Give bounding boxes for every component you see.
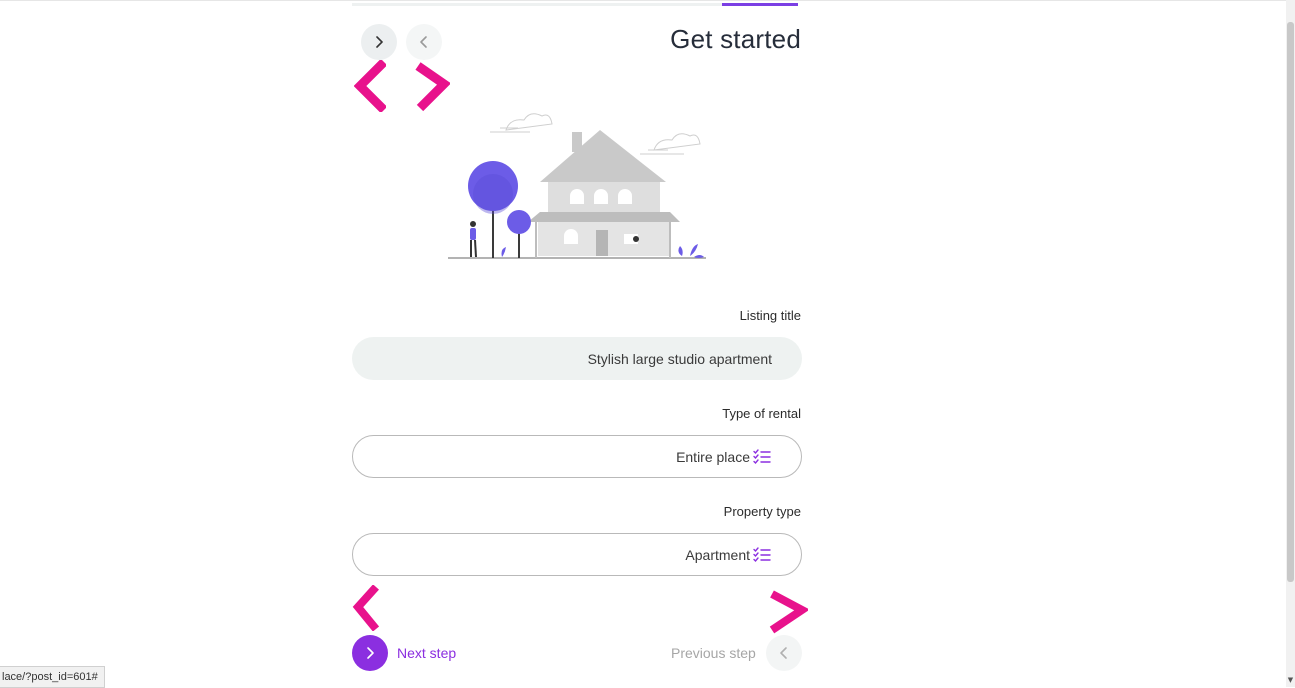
house-illustration xyxy=(448,113,706,259)
checklist-icon xyxy=(753,448,771,465)
property-type-value: Apartment xyxy=(685,546,750,563)
listing-title-label: Listing title xyxy=(739,308,801,323)
scroll-down-arrow-icon[interactable]: ▼ xyxy=(1287,677,1294,684)
chevron-right-icon xyxy=(376,36,383,48)
progress-track xyxy=(352,3,798,6)
listing-title-value: Stylish large studio apartment xyxy=(587,350,772,367)
chevron-left-icon xyxy=(420,36,427,48)
scrollbar[interactable]: ▼ xyxy=(1286,0,1295,687)
previous-step-link[interactable]: Previous step xyxy=(671,645,756,661)
checklist-icon xyxy=(753,546,771,563)
next-step-link[interactable]: Next step xyxy=(397,645,456,661)
type-of-rental-label: Type of rental xyxy=(722,406,801,421)
annotation-left-chevron-icon xyxy=(352,585,380,631)
progress-fill xyxy=(722,3,798,6)
status-bar-url: lace/?post_id=601# xyxy=(0,666,105,688)
next-step-button[interactable] xyxy=(352,635,388,671)
chevron-left-icon xyxy=(780,647,787,659)
chevron-right-icon xyxy=(367,647,374,659)
nav-prev-button[interactable] xyxy=(406,24,442,60)
property-type-label: Property type xyxy=(723,504,801,519)
scrollbar-thumb[interactable] xyxy=(1287,22,1294,582)
listing-title-input[interactable]: Stylish large studio apartment xyxy=(352,337,802,380)
previous-step-button[interactable] xyxy=(766,635,802,671)
property-type-select[interactable]: Apartment xyxy=(352,533,802,576)
window-top-border xyxy=(0,0,1287,1)
type-of-rental-value: Entire place xyxy=(676,448,750,465)
page-title: Get started xyxy=(670,24,801,54)
type-of-rental-select[interactable]: Entire place xyxy=(352,435,802,478)
annotation-left-chevron-icon xyxy=(354,60,386,112)
annotation-right-chevron-icon xyxy=(769,590,808,634)
nav-next-button[interactable] xyxy=(361,24,397,60)
